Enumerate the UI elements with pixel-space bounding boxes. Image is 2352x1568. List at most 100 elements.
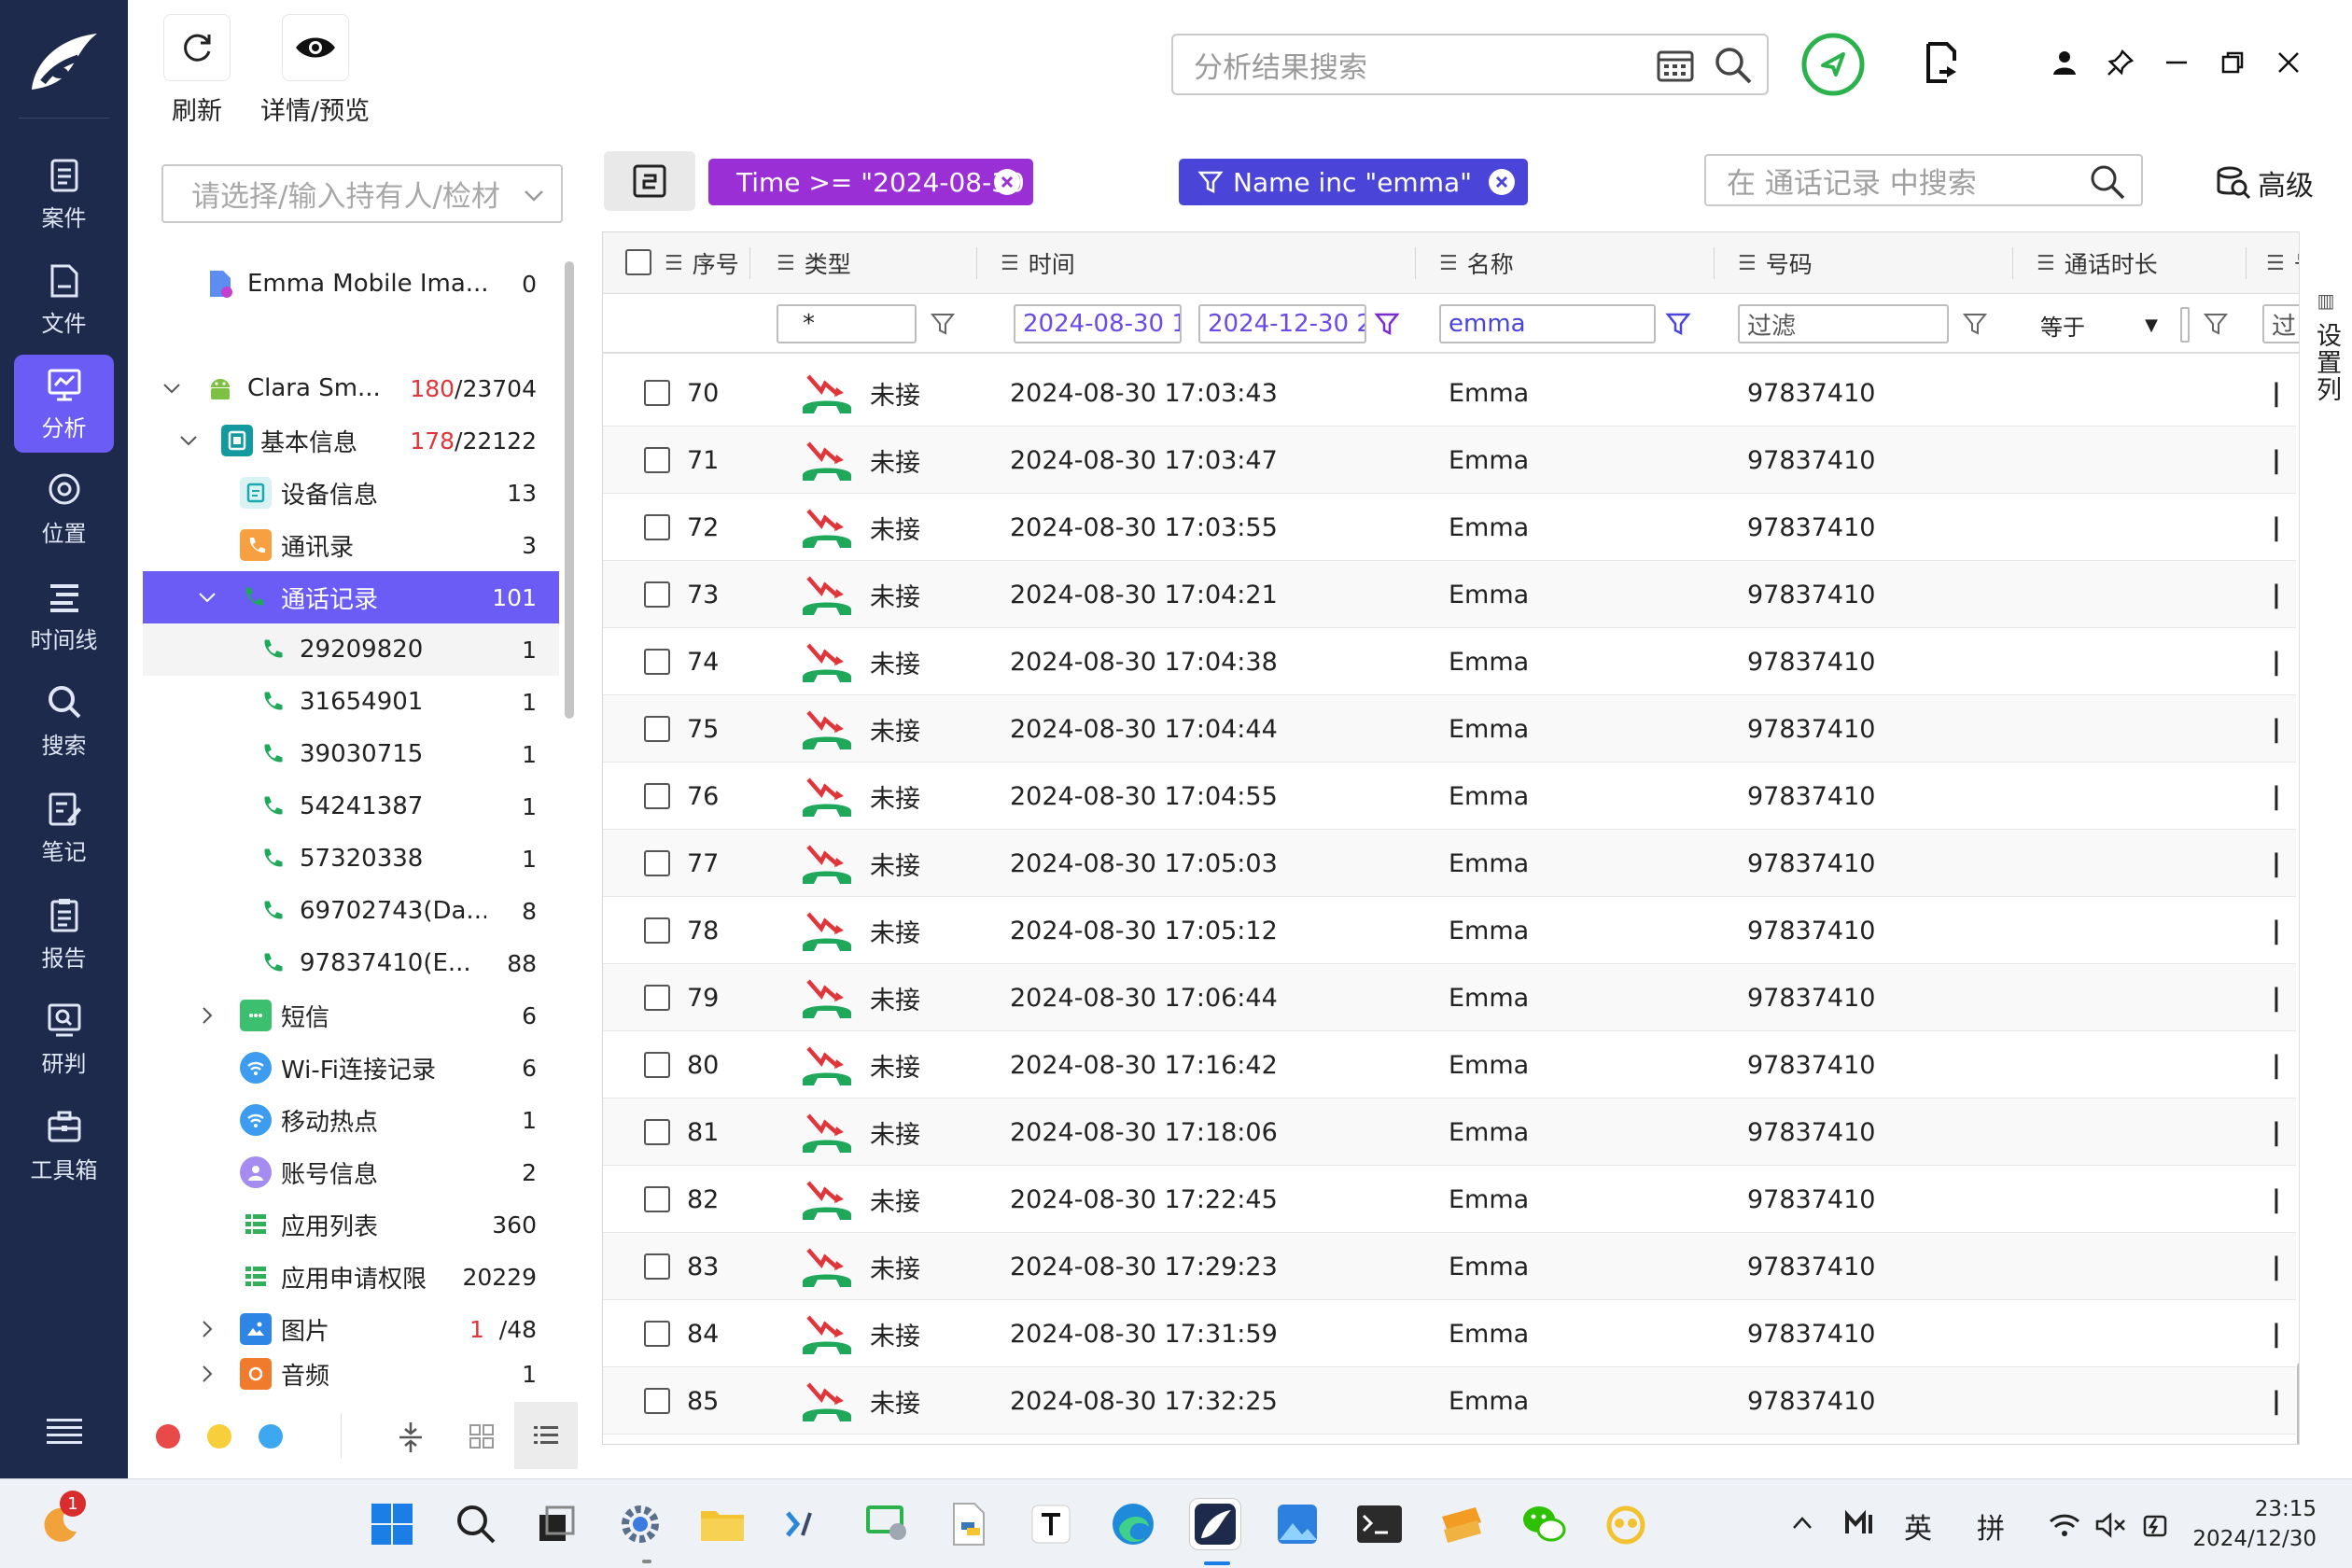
column-header-seq[interactable]: ☰ 序号 [665, 232, 739, 294]
minimize-button[interactable] [2151, 37, 2202, 88]
row-checkbox-cell[interactable] [644, 695, 670, 763]
column-menu-icon[interactable]: ☰ [665, 252, 683, 275]
row-checkbox-cell[interactable] [644, 628, 670, 695]
red-filter-dot[interactable] [156, 1424, 180, 1449]
calendar-icon[interactable] [1655, 45, 1696, 86]
table-row[interactable]: 78 未接 2024-08-30 17:05:12 Emma 97837410 | [603, 897, 2296, 964]
mail-tray-icon[interactable] [1844, 1509, 1878, 1537]
chevron-down-icon[interactable] [197, 587, 217, 608]
advanced-search-button[interactable]: 高级 [2215, 162, 2314, 203]
row-checkbox[interactable] [644, 380, 670, 406]
row-checkbox[interactable] [644, 716, 670, 742]
panel-toggle-button[interactable] [604, 151, 695, 211]
row-checkbox-cell[interactable] [644, 897, 670, 964]
settings-app[interactable] [614, 1498, 666, 1550]
duration-operator-select[interactable]: 等于 ▼ [2040, 305, 2171, 344]
tree-item-contacts[interactable]: 通讯录 3 [143, 519, 559, 571]
column-header-type[interactable]: ☰ 类型 [777, 232, 851, 294]
wechat-app[interactable] [1518, 1498, 1570, 1550]
row-checkbox[interactable] [644, 783, 670, 809]
column-divider[interactable] [2012, 247, 2013, 279]
table-row[interactable]: 82 未接 2024-08-30 17:22:45 Emma 97837410 | [603, 1166, 2296, 1233]
table-row[interactable]: 79 未接 2024-08-30 17:06:44 Emma 97837410 | [603, 964, 2296, 1031]
nav-item-judgement[interactable]: 研判 [14, 990, 114, 1088]
table-row[interactable]: 83 未接 2024-08-30 17:29:23 Emma 97837410 | [603, 1233, 2296, 1300]
nav-item-case[interactable]: 案件 [14, 145, 114, 243]
chevron-down-icon[interactable] [178, 430, 199, 451]
tree-item-audio[interactable]: 音频 1 [143, 1355, 559, 1393]
forensic-app-active[interactable] [1189, 1498, 1241, 1550]
sublime-app[interactable] [1435, 1498, 1488, 1550]
chevron-up-icon[interactable] [1790, 1513, 1814, 1533]
close-button[interactable] [2263, 37, 2314, 88]
column-header-duration[interactable]: ☰ 通话时长 [2037, 232, 2158, 294]
remove-name-filter-button[interactable] [1489, 169, 1515, 195]
ime-english-indicator[interactable]: 英 [1904, 1505, 1932, 1547]
table-row[interactable]: 74 未接 2024-08-30 17:04:38 Emma 97837410 | [603, 628, 2296, 695]
chevron-right-icon[interactable] [197, 1005, 217, 1026]
column-divider[interactable] [976, 247, 977, 279]
row-checkbox-cell[interactable] [644, 1300, 670, 1367]
row-checkbox-cell[interactable] [644, 359, 670, 427]
pin-location-button[interactable] [1800, 32, 1866, 97]
export-button[interactable] [1918, 37, 1968, 88]
row-checkbox[interactable] [644, 581, 670, 608]
system-clock[interactable]: 23:15 2024/12/30 [2192, 1494, 2317, 1554]
table-row[interactable]: 75 未接 2024-08-30 17:04:44 Emma 97837410 | [603, 695, 2296, 763]
edge-browser-app[interactable] [1107, 1498, 1159, 1550]
nav-item-report[interactable]: 报告 [14, 885, 114, 983]
tree-item-account[interactable]: 账号信息 2 [143, 1146, 559, 1198]
column-divider[interactable] [1415, 247, 1416, 279]
column-menu-icon[interactable]: ☰ [2266, 252, 2285, 275]
filter-icon[interactable] [1374, 311, 1400, 337]
time-to-input[interactable]: 2024-12-30 2 [1198, 304, 1366, 343]
wifi-icon[interactable] [2048, 1511, 2081, 1539]
tree-item-call-contact[interactable]: 97837410(E... 88 [143, 937, 559, 989]
menu-icon[interactable] [47, 1417, 82, 1445]
tree-item-hotspot[interactable]: 移动热点 1 [143, 1094, 559, 1146]
tree-item-wifi[interactable]: Wi-Fi连接记录 6 [143, 1042, 559, 1094]
filter-icon[interactable] [2203, 311, 2229, 337]
tree-item-app-permissions[interactable]: 应用申请权限 20229 [143, 1251, 559, 1303]
row-checkbox-cell[interactable] [644, 427, 670, 494]
search-icon[interactable] [1713, 45, 1754, 86]
type-filter-input[interactable]: * [777, 304, 917, 343]
tree-item-call-contact[interactable]: 29209820 1 [143, 623, 559, 676]
python-app[interactable] [943, 1498, 995, 1550]
blue-filter-dot[interactable] [259, 1424, 283, 1449]
row-checkbox-cell[interactable] [644, 1099, 670, 1166]
row-checkbox[interactable] [644, 850, 670, 876]
nav-item-file[interactable]: 文件 [14, 250, 114, 348]
row-checkbox[interactable] [644, 1119, 670, 1145]
holder-select[interactable]: 请选择/输入持有人/检材 [161, 164, 563, 223]
yellow-filter-dot[interactable] [207, 1424, 231, 1449]
chevron-right-icon[interactable] [197, 1319, 217, 1339]
column-divider[interactable] [1714, 247, 1715, 279]
table-row[interactable]: 76 未接 2024-08-30 17:04:55 Emma 97837410 | [603, 763, 2296, 830]
filter-icon[interactable] [930, 311, 956, 337]
user-button[interactable] [2039, 37, 2090, 88]
column-divider[interactable] [749, 247, 750, 279]
table-search-input[interactable]: 在 通话记录 中搜索 [1704, 154, 2143, 206]
column-header-name[interactable]: ☰ 名称 [1439, 232, 1514, 294]
analysis-search-input[interactable]: 分析结果搜索 [1171, 34, 1769, 95]
collapse-icon[interactable] [397, 1421, 425, 1454]
table-row[interactable]: 70 未接 2024-08-30 17:03:43 Emma 97837410 | [603, 359, 2296, 427]
row-checkbox[interactable] [644, 514, 670, 540]
music-app[interactable] [1600, 1498, 1652, 1550]
row-checkbox-cell[interactable] [644, 964, 670, 1031]
tree-item-device-info[interactable]: 设备信息 13 [143, 467, 559, 519]
table-row[interactable]: 71 未接 2024-08-30 17:03:47 Emma 97837410 | [603, 427, 2296, 494]
column-menu-icon[interactable]: ☰ [2037, 252, 2055, 275]
pin-window-button[interactable] [2095, 37, 2146, 88]
tree-item-images[interactable]: 图片 1 /48 [143, 1303, 559, 1355]
column-header-time[interactable]: ☰ 时间 [1001, 232, 1075, 294]
row-checkbox[interactable] [644, 1052, 670, 1078]
row-checkbox[interactable] [644, 649, 670, 675]
table-row[interactable]: 77 未接 2024-08-30 17:05:03 Emma 97837410 | [603, 830, 2296, 897]
tree-scrollbar[interactable] [565, 261, 574, 719]
taskbar-search-button[interactable] [450, 1498, 502, 1550]
volume-muted-icon[interactable] [2094, 1511, 2128, 1539]
row-checkbox-cell[interactable] [644, 494, 670, 561]
column-menu-icon[interactable]: ☰ [777, 252, 795, 275]
